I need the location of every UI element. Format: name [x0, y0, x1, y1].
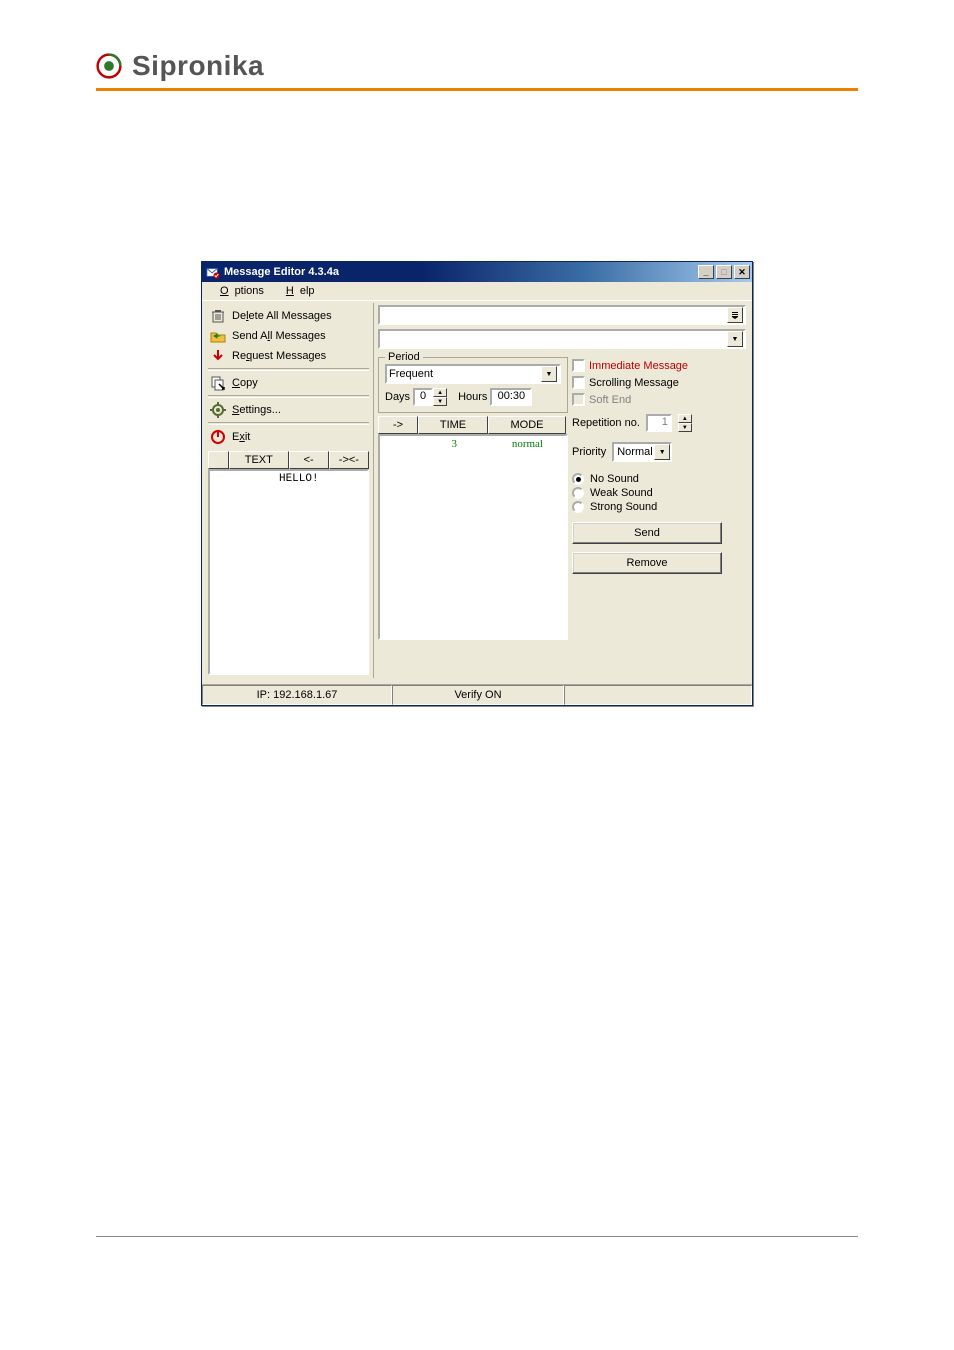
- period-legend: Period: [385, 351, 423, 363]
- priority-label: Priority: [572, 446, 606, 458]
- th-left[interactable]: <-: [289, 451, 329, 469]
- trash-icon: [210, 308, 226, 324]
- period-type-select[interactable]: Frequent ▼: [385, 364, 561, 384]
- radio-icon[interactable]: [572, 487, 584, 499]
- radio-strong-sound[interactable]: Strong Sound: [572, 500, 746, 514]
- status-empty: [564, 685, 752, 705]
- send-button[interactable]: Send: [572, 522, 722, 544]
- page-footer-rule: [96, 1236, 858, 1237]
- spin-down-icon[interactable]: ▼: [678, 423, 692, 432]
- copy-icon: [210, 375, 226, 391]
- checkbox-icon: [572, 393, 585, 406]
- options-col: Immediate Message Scrolling Message Soft…: [572, 353, 746, 640]
- radio-icon[interactable]: [572, 473, 584, 485]
- sidebar-label: Delete All Messages: [232, 310, 332, 322]
- mid-table-body[interactable]: 3 normal: [378, 434, 568, 640]
- mid-table-header: -> TIME MODE: [378, 416, 568, 434]
- th-text[interactable]: TEXT: [229, 451, 288, 469]
- th-mode[interactable]: MODE: [488, 416, 566, 434]
- radio-icon[interactable]: [572, 501, 584, 513]
- sidebar-label: Settings...: [232, 404, 281, 416]
- dropdown-icon[interactable]: ▼: [541, 366, 557, 382]
- statusbar: IP: 192.168.1.67 Verify ON: [202, 684, 752, 705]
- th-center[interactable]: -><-: [329, 451, 369, 469]
- radio-weak-sound[interactable]: Weak Sound: [572, 486, 746, 500]
- remove-button[interactable]: Remove: [572, 552, 722, 574]
- checkbox-icon[interactable]: [572, 376, 585, 389]
- chk-label: Soft End: [589, 394, 631, 406]
- row-text: HELLO!: [231, 471, 367, 673]
- download-arrow-icon: [210, 348, 226, 364]
- app-window: Message Editor 4.3.4a _ □ ✕ Options Help…: [201, 261, 753, 706]
- rep-label: Repetition no.: [572, 417, 640, 429]
- dropdown-icon[interactable]: [727, 307, 743, 323]
- menu-options[interactable]: Options: [208, 284, 270, 298]
- days-spinner[interactable]: 0 ▲ ▼: [413, 388, 447, 406]
- hours-label: Hours: [458, 391, 487, 403]
- dropdown-icon[interactable]: ▼: [727, 331, 743, 347]
- sidebar-exit[interactable]: Exit: [208, 427, 369, 447]
- menubar: Options Help: [202, 282, 752, 301]
- chk-immediate[interactable]: Immediate Message: [572, 357, 746, 374]
- app-icon: [206, 265, 220, 279]
- sidebar-label: Exit: [232, 431, 250, 443]
- sidebar: Delete All Messages Send All Messages Re…: [204, 303, 374, 678]
- dropdown-icon[interactable]: ▼: [654, 444, 670, 460]
- close-button[interactable]: ✕: [734, 265, 750, 279]
- sidebar-label: Copy: [232, 377, 258, 389]
- power-icon: [210, 429, 226, 445]
- checkbox-icon[interactable]: [572, 359, 585, 372]
- th-time[interactable]: TIME: [418, 416, 488, 434]
- send-folder-icon: [210, 328, 226, 344]
- left-table-body[interactable]: HELLO!: [208, 469, 369, 675]
- chk-label: Immediate Message: [589, 360, 688, 372]
- brand-logo-icon: [96, 53, 122, 79]
- period-group: Period Frequent ▼ Days 0 ▲: [378, 357, 568, 413]
- status-verify: Verify ON: [392, 685, 564, 705]
- sidebar-request[interactable]: Request Messages: [208, 346, 369, 366]
- radio-label: No Sound: [590, 473, 639, 485]
- spin-down-icon[interactable]: ▼: [433, 397, 447, 406]
- sidebar-send-all[interactable]: Send All Messages: [208, 326, 369, 346]
- spin-up-icon[interactable]: ▲: [678, 414, 692, 423]
- radio-no-sound[interactable]: No Sound: [572, 472, 746, 486]
- brand-name: Sipronika: [132, 50, 264, 82]
- chk-scrolling[interactable]: Scrolling Message: [572, 374, 746, 391]
- maximize-button[interactable]: □: [716, 265, 732, 279]
- days-value[interactable]: 0: [413, 388, 433, 406]
- top-combo-1[interactable]: [378, 305, 746, 325]
- top-combo-2[interactable]: ▼: [378, 329, 746, 349]
- window-title: Message Editor 4.3.4a: [224, 266, 339, 278]
- chk-soft-end: Soft End: [572, 391, 746, 408]
- brand-header: Sipronika: [96, 50, 858, 91]
- repetition-row: Repetition no. 1 ▲ ▼: [572, 414, 746, 432]
- rep-input[interactable]: 1: [646, 414, 672, 432]
- status-ip: IP: 192.168.1.67: [202, 685, 392, 705]
- th-right[interactable]: ->: [378, 416, 418, 434]
- minimize-button[interactable]: _: [698, 265, 714, 279]
- sidebar-delete-all[interactable]: Delete All Messages: [208, 306, 369, 326]
- titlebar[interactable]: Message Editor 4.3.4a _ □ ✕: [202, 262, 752, 282]
- radio-label: Weak Sound: [590, 487, 653, 499]
- row-mode: normal: [489, 436, 566, 638]
- hours-value[interactable]: 00:30: [490, 388, 532, 406]
- left-table-header: TEXT <- -><-: [208, 451, 369, 469]
- priority-value: Normal: [617, 446, 652, 458]
- menu-help[interactable]: Help: [274, 284, 321, 298]
- row-time: 3: [420, 436, 489, 638]
- priority-row: Priority Normal ▼: [572, 442, 746, 462]
- priority-select[interactable]: Normal ▼: [612, 442, 672, 462]
- sidebar-label: Send All Messages: [232, 330, 326, 342]
- days-label: Days: [385, 391, 410, 403]
- gear-icon: [210, 402, 226, 418]
- spin-up-icon[interactable]: ▲: [433, 388, 447, 397]
- sidebar-copy[interactable]: Copy: [208, 373, 369, 393]
- period-type-value: Frequent: [389, 368, 433, 380]
- radio-label: Strong Sound: [590, 501, 657, 513]
- chk-label: Scrolling Message: [589, 377, 679, 389]
- sidebar-settings[interactable]: Settings...: [208, 400, 369, 420]
- sidebar-label: Request Messages: [232, 350, 326, 362]
- th-blank[interactable]: [208, 451, 229, 469]
